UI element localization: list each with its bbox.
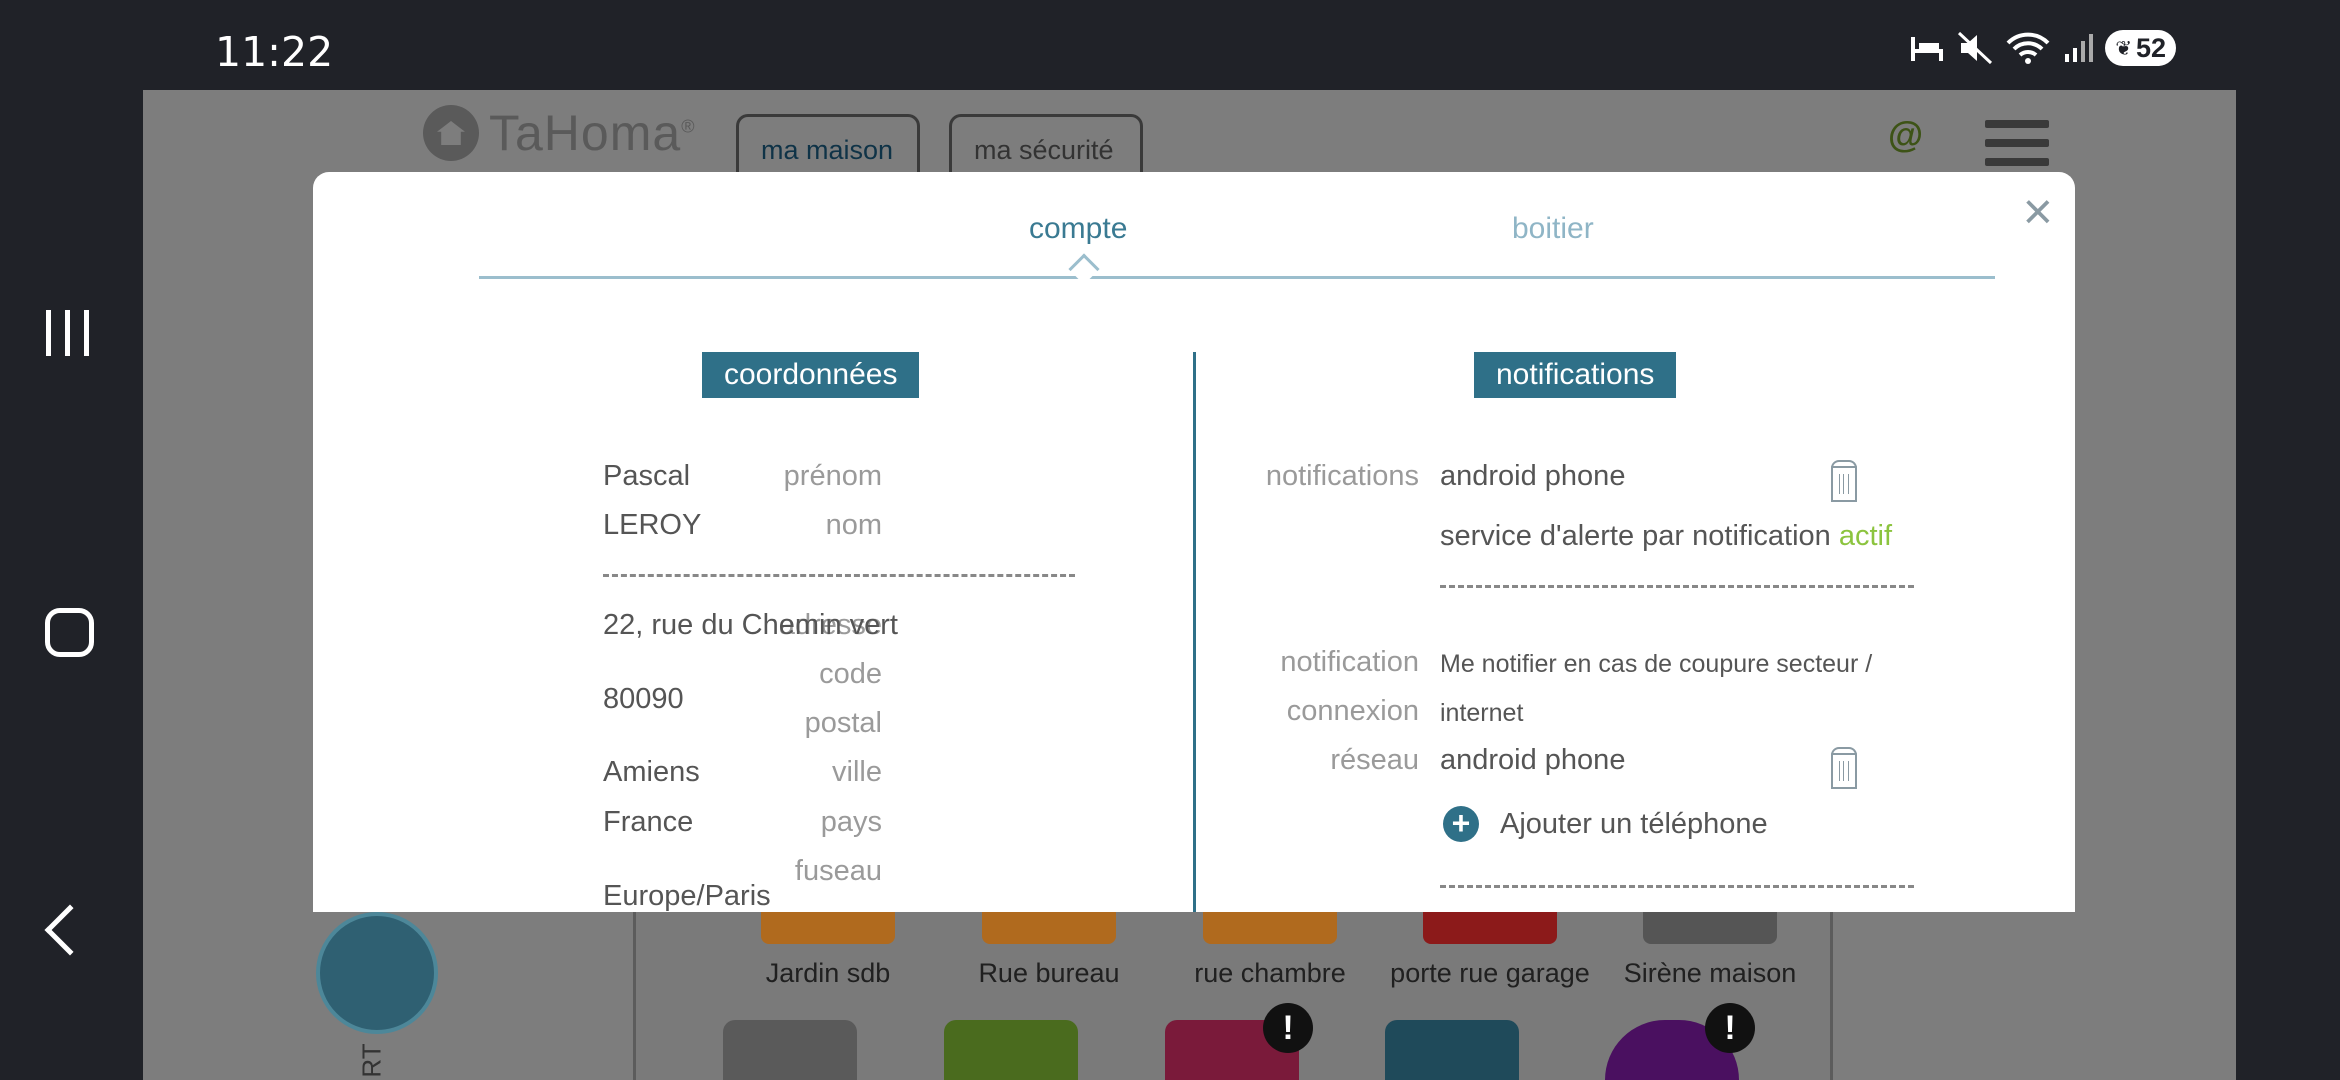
active-tab-caret (1068, 253, 1100, 285)
code-postal-value: 80090 (603, 683, 684, 715)
device-tile[interactable]: Rue bureau (939, 910, 1159, 989)
separator (1440, 585, 1914, 588)
notifications-heading: notifications (1474, 352, 1677, 398)
alert-service-text: service d'alerte par notification actif (1440, 520, 1892, 553)
add-icon[interactable]: + (1443, 806, 1479, 842)
alert-service-label: service d'alerte par notification (1440, 520, 1831, 552)
device-label: rue chambre (1194, 958, 1346, 988)
app-header: TaHoma® ma maison ma sécurité @ (143, 90, 2236, 178)
code-label: code (819, 658, 882, 690)
notification-label: notification (1280, 646, 1419, 678)
trash-icon[interactable] (1831, 747, 1857, 791)
adresse-value: 22, rue du Chemin vert (603, 609, 898, 641)
device-icon[interactable] (944, 1020, 1078, 1080)
account-dialog: × compte boitier coordonnées prénom Pasc… (313, 172, 2075, 912)
notification-device: android phone (1440, 460, 1626, 492)
fuseau-value: Europe/Paris (603, 880, 771, 912)
separator (603, 574, 1075, 577)
account-at-icon[interactable]: @ (1888, 114, 1923, 156)
device-label: Rue bureau (978, 958, 1120, 988)
clock: 11:22 (215, 28, 334, 76)
screen-edge (2236, 0, 2340, 1080)
network-hub-icon[interactable] (316, 912, 438, 1034)
reseau-label: réseau (1330, 744, 1419, 776)
ville-value: Amiens (603, 756, 700, 788)
tab-underline (479, 276, 1995, 279)
mute-icon (1958, 31, 1993, 65)
prenom-label: prénom (783, 460, 882, 492)
trash-icon[interactable] (1831, 460, 1857, 504)
close-icon[interactable]: × (2023, 186, 2053, 238)
device-tile[interactable]: porte rue garage (1380, 910, 1600, 989)
prenom-value: Pascal (603, 460, 691, 492)
connexion-label: connexion (1286, 695, 1419, 727)
registered-mark: ® (681, 116, 696, 137)
nom-value: LEROY (603, 509, 702, 541)
device-label: Sirène maison (1623, 958, 1797, 988)
home-button[interactable] (45, 608, 94, 657)
separator (1440, 885, 1914, 888)
battery-indicator: ❦ 52 (2105, 30, 2176, 66)
house-icon (423, 105, 479, 161)
fuseau-label: fuseau (794, 855, 882, 887)
hamburger-menu-icon[interactable] (1985, 120, 2049, 177)
dialog-tabs: compte boitier (479, 212, 1995, 322)
side-label: RT (356, 1043, 387, 1078)
recents-button[interactable] (46, 310, 89, 356)
tab-ma-securite[interactable]: ma sécurité (949, 114, 1143, 178)
alert-icon: ! (1705, 1003, 1755, 1053)
network-notice-text: Me notifier en cas de coupure secteur / (1440, 650, 1873, 678)
battery-level: 52 (2135, 32, 2166, 63)
device-tile[interactable]: Jardin sdb (718, 910, 938, 989)
device-tile[interactable]: rue chambre (1160, 910, 1380, 989)
ville-label: ville (832, 756, 882, 788)
status-icons: ❦ 52 (1909, 30, 2176, 66)
coordonnees-heading: coordonnées (702, 352, 920, 398)
alert-status: actif (1838, 520, 1893, 552)
network-device: android phone (1440, 744, 1626, 776)
column-divider (1193, 352, 1196, 912)
device-label: Jardin sdb (765, 958, 891, 988)
pays-label: pays (820, 806, 882, 838)
tab-ma-maison[interactable]: ma maison (736, 114, 920, 178)
logo-text: TaHoma (489, 105, 682, 161)
add-phone-button[interactable]: Ajouter un téléphone (1500, 808, 1768, 841)
tab-compte[interactable]: compte (1029, 212, 1127, 246)
signal-icon (2065, 34, 2094, 62)
tahoma-logo: TaHoma® (423, 104, 695, 162)
device-label: porte rue garage (1390, 958, 1590, 988)
postal-label: postal (804, 707, 882, 739)
notifications-label: notifications (1265, 460, 1419, 492)
network-notice-text-2: internet (1440, 699, 1524, 727)
pays-value: France (603, 806, 694, 838)
leaf-icon: ❦ (2115, 37, 2132, 60)
device-tile[interactable]: Sirène maison (1600, 910, 1820, 989)
alert-icon: ! (1263, 1003, 1313, 1053)
device-icon[interactable] (723, 1020, 857, 1080)
sleep-mode-icon (1911, 37, 1944, 61)
tab-boitier[interactable]: boitier (1512, 212, 1594, 246)
back-button[interactable] (44, 904, 96, 956)
wifi-icon (2006, 32, 2050, 64)
device-icon[interactable] (1385, 1020, 1519, 1080)
status-bar: 11:22 ❦ 52 (0, 0, 2236, 90)
nom-label: nom (825, 509, 882, 541)
navigation-bar (0, 90, 143, 1080)
